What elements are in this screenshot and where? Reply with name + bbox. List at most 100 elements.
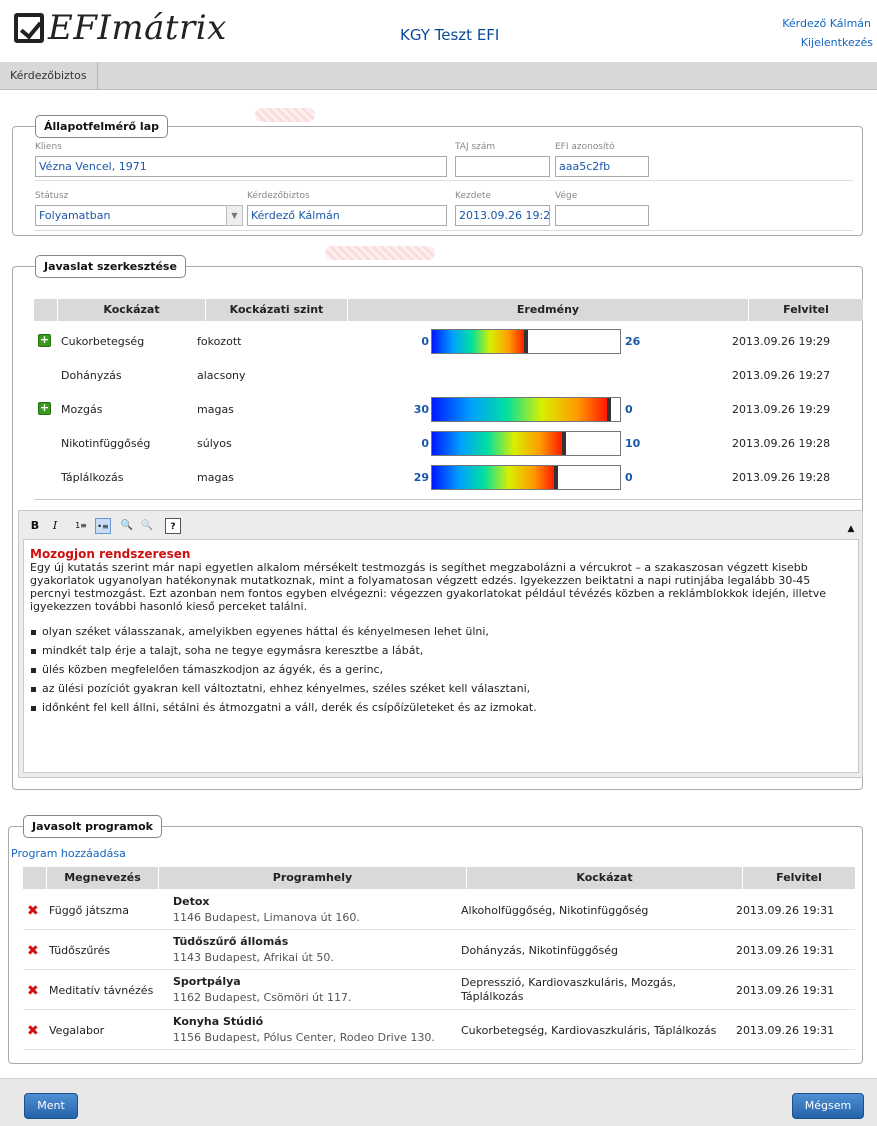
save-button[interactable]: Ment bbox=[24, 1093, 78, 1119]
program-name: Függő játszma bbox=[49, 904, 129, 917]
delete-icon[interactable]: ✖ bbox=[27, 903, 39, 919]
start-field[interactable]: 2013.09.26 19:27 bbox=[455, 205, 550, 226]
advice-bullet: mindkét talp érje a talajt, soha ne tegy… bbox=[30, 644, 852, 657]
client-label: Kliens bbox=[35, 142, 62, 152]
end-field[interactable] bbox=[555, 205, 649, 226]
entry-date: 2013.09.26 19:29 bbox=[732, 335, 831, 348]
advice-heading: Mozogjon rendszeresen bbox=[30, 547, 191, 561]
risk-name: Táplálkozás bbox=[61, 471, 124, 484]
risk-level: súlyos bbox=[197, 437, 232, 450]
programs-section: Javasolt programok Program hozzáadása Me… bbox=[8, 815, 863, 1064]
risk-name: Cukorbetegség bbox=[61, 335, 145, 348]
program-risks: Dohányzás, Nikotinfüggőség bbox=[461, 944, 618, 957]
resize-icon[interactable]: ▲ bbox=[843, 521, 859, 537]
program-date: 2013.09.26 19:31 bbox=[736, 944, 835, 957]
program-date: 2013.09.26 19:31 bbox=[736, 904, 835, 917]
italic-button[interactable]: I bbox=[47, 518, 63, 534]
start-label: Kezdete bbox=[455, 191, 492, 201]
program-risks: Cukorbetegség, Kardiovaszkuláris, Táplál… bbox=[461, 1024, 717, 1037]
program-risks: Alkoholfüggőség, Nikotinfüggőség bbox=[461, 904, 649, 917]
program-address: 1146 Budapest, Limanova út 160. bbox=[173, 911, 360, 924]
result-bar-fill bbox=[432, 466, 557, 489]
search-disabled-icon[interactable]: 🔍 bbox=[139, 518, 155, 534]
status-select[interactable]: Folyamatban bbox=[35, 205, 243, 226]
editor-toolbar: B I 1≡ •≡ 🔍 🔍 ? ▲ bbox=[23, 515, 859, 537]
risk-name: Mozgás bbox=[61, 403, 103, 416]
search-icon[interactable]: 🔍 bbox=[119, 518, 135, 534]
result-max: 0 bbox=[625, 403, 633, 416]
logout-link[interactable]: Kijelentkezés bbox=[801, 36, 873, 49]
app-title: KGY Teszt EFI bbox=[400, 26, 500, 44]
col-entry-date[interactable]: Felvitel bbox=[749, 299, 863, 321]
add-program-link[interactable]: Program hozzáadása bbox=[11, 847, 126, 860]
risk-level: fokozott bbox=[197, 335, 242, 348]
program-place: Konyha Stúdió bbox=[173, 1015, 264, 1028]
result-max: 10 bbox=[625, 437, 641, 450]
col-risk[interactable]: Kockázat bbox=[58, 299, 206, 321]
advice-paragraph: Egy új kutatás szerint már napi egyetlen… bbox=[30, 561, 827, 613]
rich-text-editor: B I 1≡ •≡ 🔍 🔍 ? ▲ Mozogjon rendszeresen … bbox=[18, 510, 863, 778]
programs-legend: Javasolt programok bbox=[23, 815, 162, 838]
efi-id-field[interactable]: aaa5c2fb bbox=[555, 156, 649, 177]
client-field[interactable]: Vézna Vencel, 1971 bbox=[35, 156, 447, 177]
col-risks[interactable]: Kockázat bbox=[467, 867, 743, 889]
checkbox-logo-icon bbox=[14, 13, 44, 43]
status-sheet-section: Állapotfelmérő lap Kliens Vézna Vencel, … bbox=[12, 115, 863, 236]
nav-tab-interviewer[interactable]: Kérdezőbiztos bbox=[0, 62, 98, 90]
end-label: Vége bbox=[555, 191, 578, 201]
col-place[interactable]: Programhely bbox=[159, 867, 467, 889]
expand-plus-icon[interactable]: + bbox=[38, 402, 51, 415]
col-entry-date[interactable]: Felvitel bbox=[743, 867, 855, 889]
program-address: 1162 Budapest, Csömöri út 117. bbox=[173, 991, 352, 1004]
entry-date: 2013.09.26 19:29 bbox=[732, 403, 831, 416]
risk-level: magas bbox=[197, 471, 234, 484]
program-table-header: Megnevezés Programhely Kockázat Felvitel bbox=[23, 867, 855, 889]
col-risk-level[interactable]: Kockázati szint bbox=[206, 299, 348, 321]
nav-bar: Kérdezőbiztos bbox=[0, 62, 877, 90]
cancel-button[interactable]: Mégsem bbox=[792, 1093, 864, 1119]
risk-name: Dohányzás bbox=[61, 369, 122, 382]
risk-table-header: Kockázat Kockázati szint Eredmény Felvit… bbox=[34, 299, 863, 321]
bold-button[interactable]: B bbox=[27, 518, 43, 534]
result-bar bbox=[431, 397, 621, 422]
result-min: 0 bbox=[421, 335, 429, 348]
result-marker bbox=[554, 466, 559, 489]
result-bar-fill bbox=[432, 432, 564, 455]
program-name: Meditatív távnézés bbox=[49, 984, 154, 997]
delete-icon[interactable]: ✖ bbox=[27, 943, 39, 959]
expand-plus-icon[interactable]: + bbox=[38, 334, 51, 347]
editor-content[interactable]: Mozogjon rendszeresen Egy új kutatás sze… bbox=[23, 539, 859, 773]
advice-bullet: olyan széket válasszanak, amelyikben egy… bbox=[30, 625, 852, 638]
delete-icon[interactable]: ✖ bbox=[27, 983, 39, 999]
program-date: 2013.09.26 19:31 bbox=[736, 984, 835, 997]
entry-date: 2013.09.26 19:28 bbox=[732, 471, 831, 484]
user-link[interactable]: Kérdező Kálmán bbox=[782, 17, 871, 30]
program-address: 1156 Budapest, Pólus Center, Rodeo Drive… bbox=[173, 1031, 435, 1044]
bullet-list-button[interactable]: •≡ bbox=[95, 518, 111, 534]
proposal-legend: Javaslat szerkesztése bbox=[35, 255, 186, 278]
entry-date: 2013.09.26 19:27 bbox=[732, 369, 831, 382]
col-name[interactable]: Megnevezés bbox=[47, 867, 159, 889]
program-date: 2013.09.26 19:31 bbox=[736, 1024, 835, 1037]
result-min: 30 bbox=[413, 403, 429, 416]
interviewer-field[interactable]: Kérdező Kálmán bbox=[247, 205, 447, 226]
result-bar bbox=[431, 431, 621, 456]
chevron-down-icon[interactable]: ▼ bbox=[226, 205, 243, 226]
result-bar bbox=[431, 465, 621, 490]
program-name: Tüdőszűrés bbox=[49, 944, 111, 957]
numbered-list-button[interactable]: 1≡ bbox=[73, 518, 89, 534]
taj-field[interactable] bbox=[455, 156, 550, 177]
advice-bullet: az ülési pozíciót gyakran kell változtat… bbox=[30, 682, 852, 695]
result-marker bbox=[606, 398, 611, 421]
program-place: Tüdőszűrő állomás bbox=[173, 935, 289, 948]
advice-bullet: ülés közben megfelelően támaszkodjon az … bbox=[30, 663, 852, 676]
result-marker bbox=[561, 432, 566, 455]
col-result[interactable]: Eredmény bbox=[348, 299, 749, 321]
advice-bullet: időnként fel kell állni, sétálni és átmo… bbox=[30, 701, 852, 714]
efi-id-label: EFI azonosító bbox=[555, 142, 615, 152]
help-button[interactable]: ? bbox=[165, 518, 181, 534]
advice-list: olyan széket válasszanak, amelyikben egy… bbox=[30, 625, 852, 714]
program-place: Sportpálya bbox=[173, 975, 241, 988]
delete-icon[interactable]: ✖ bbox=[27, 1023, 39, 1039]
result-marker bbox=[524, 330, 528, 353]
